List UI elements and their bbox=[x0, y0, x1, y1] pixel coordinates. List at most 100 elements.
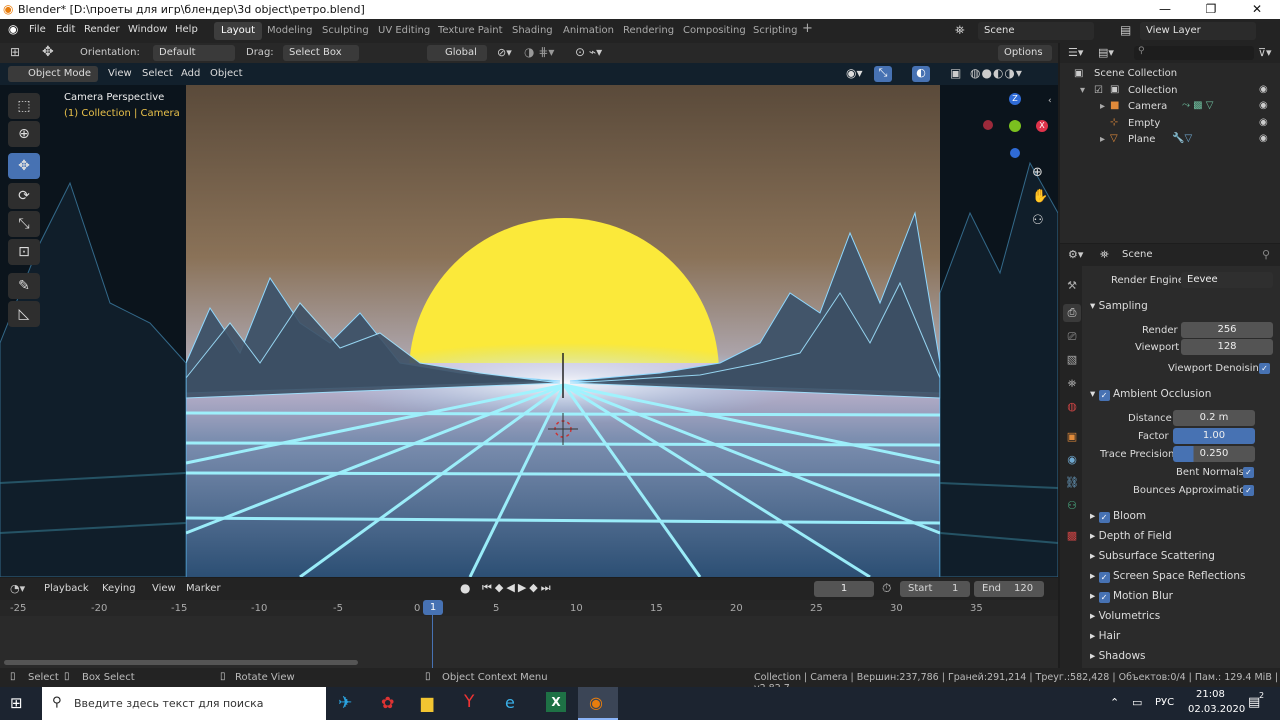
visibility-icon[interactable]: ◉▾ bbox=[846, 66, 863, 80]
blender-taskbar-button[interactable]: ◉ bbox=[578, 687, 618, 720]
world-tab-icon[interactable]: ◍ bbox=[1063, 398, 1081, 416]
tab-scripting[interactable]: Scripting bbox=[746, 22, 804, 40]
tab-modeling[interactable]: Modeling bbox=[260, 22, 320, 40]
filter-icon[interactable]: ⊽▾ bbox=[1258, 46, 1272, 59]
scale-tool-icon[interactable]: ⤡ bbox=[8, 211, 40, 237]
playback-controls-icon[interactable]: ⏮◆◀▶◆⏭ bbox=[482, 581, 554, 595]
proportional-edit-icon[interactable]: ⊙ ⌁▾ bbox=[575, 45, 602, 59]
gizmo-z-icon[interactable]: Z bbox=[1009, 93, 1021, 105]
physics-tab-icon[interactable]: ◉ bbox=[1063, 451, 1081, 469]
render-tab-icon[interactable]: ⎙ bbox=[1063, 304, 1081, 322]
tl-menu-keying[interactable]: Keying bbox=[102, 583, 136, 594]
vp-menu-select[interactable]: Select bbox=[142, 68, 173, 79]
3d-viewport[interactable]: Object Mode View Select Add Object ◉▾ ⤡ … bbox=[0, 63, 1058, 577]
shading-modes-icon[interactable]: ◍●◐◑▾ bbox=[970, 66, 1023, 80]
ao-section[interactable]: ▾ ✓ Ambient Occlusion bbox=[1090, 388, 1211, 401]
viewport-denoising-checkbox[interactable]: ✓ bbox=[1259, 363, 1270, 374]
render-engine-dropdown[interactable]: Eevee bbox=[1181, 272, 1273, 288]
taskbar-search-box[interactable]: ⚲ Введите здесь текст для поиска bbox=[42, 687, 326, 720]
volumetrics-section[interactable]: ▸ Volumetrics bbox=[1090, 610, 1160, 622]
rotate-tool-icon[interactable]: ⟳ bbox=[8, 183, 40, 209]
gizmo-icon[interactable]: ⤡ bbox=[874, 66, 892, 82]
outliner-search-icon[interactable]: ⚲ bbox=[1134, 46, 1254, 60]
sss-section[interactable]: ▸ Subsurface Scattering bbox=[1090, 550, 1215, 562]
xray-icon[interactable]: ▣ bbox=[950, 66, 961, 80]
object-tab-icon[interactable]: ▣ bbox=[1063, 428, 1081, 446]
object-mode-dropdown[interactable]: Object Mode bbox=[8, 66, 98, 82]
display-mode-icon[interactable]: ▤▾ bbox=[1098, 46, 1114, 59]
shadows-section[interactable]: ▸ Shadows bbox=[1090, 650, 1146, 662]
clock-time[interactable]: 21:08 bbox=[1196, 689, 1225, 700]
measure-tool-icon[interactable]: ◺ bbox=[8, 301, 40, 327]
yandex-browser-icon[interactable]: Y bbox=[464, 692, 474, 712]
current-frame-field[interactable]: 1 bbox=[814, 581, 874, 597]
data-tab-icon[interactable]: ⚇ bbox=[1063, 497, 1081, 515]
hair-section[interactable]: ▸ Hair bbox=[1090, 630, 1120, 642]
vp-menu-object[interactable]: Object bbox=[210, 68, 243, 79]
motion-blur-checkbox[interactable]: ✓ bbox=[1098, 592, 1110, 603]
tl-menu-view[interactable]: View bbox=[152, 583, 176, 594]
output-tab-icon[interactable]: ⎚ bbox=[1063, 328, 1081, 346]
overlay-icon[interactable]: ◐ bbox=[912, 66, 930, 82]
options-dropdown[interactable]: Options bbox=[998, 45, 1052, 61]
texture-tab-icon[interactable]: ▩ bbox=[1063, 527, 1081, 545]
cursor-tool-icon[interactable]: ⊕ bbox=[8, 121, 40, 147]
factor-field[interactable]: 1.00 bbox=[1173, 428, 1255, 444]
view-layer-icon[interactable]: ▤ bbox=[1120, 23, 1131, 37]
network-icon[interactable]: ▭ bbox=[1132, 696, 1142, 709]
render-samples-field[interactable]: 256 bbox=[1181, 322, 1273, 338]
tab-layout[interactable]: Layout bbox=[214, 22, 262, 40]
scene-name-field[interactable]: Scene bbox=[978, 22, 1094, 40]
vp-menu-view[interactable]: View bbox=[108, 68, 132, 79]
explorer-app-icon[interactable]: ▆ bbox=[421, 693, 433, 712]
record-icon[interactable]: ● bbox=[460, 581, 470, 595]
select-tool-icon[interactable]: ⬚ bbox=[8, 93, 40, 119]
view-layer-field[interactable]: View Layer bbox=[1140, 22, 1256, 40]
start-frame-field[interactable]: Start 1 bbox=[900, 581, 970, 597]
bent-normals-checkbox[interactable]: ✓ bbox=[1243, 467, 1254, 478]
windows-start-icon[interactable]: ⊞ bbox=[10, 694, 23, 712]
eye-icon[interactable]: ◉ bbox=[1259, 84, 1268, 95]
motion-blur-section[interactable]: ▸ ✓ Motion Blur bbox=[1090, 590, 1173, 603]
editor-type-icon[interactable]: ⊞ bbox=[10, 45, 20, 59]
camera-expand-icon[interactable]: ▸ bbox=[1100, 101, 1105, 112]
bloom-section[interactable]: ▸ ✓ Bloom bbox=[1090, 510, 1146, 523]
menu-file[interactable]: File bbox=[29, 24, 46, 35]
timeline-editor-icon[interactable]: ◔▾ bbox=[10, 582, 25, 595]
gizmo-x-icon[interactable]: X bbox=[1036, 120, 1048, 132]
tab-compositing[interactable]: Compositing bbox=[676, 22, 753, 40]
language-indicator[interactable]: РУС bbox=[1155, 697, 1174, 708]
distance-field[interactable]: 0.2 m bbox=[1173, 410, 1255, 426]
edge-browser-icon[interactable]: e bbox=[505, 693, 515, 712]
end-frame-field[interactable]: End 120 bbox=[974, 581, 1044, 597]
playhead-marker[interactable]: 1 bbox=[423, 600, 443, 615]
bounces-approx-checkbox[interactable]: ✓ bbox=[1243, 485, 1254, 496]
tab-texture-paint[interactable]: Texture Paint bbox=[431, 22, 510, 40]
ssr-checkbox[interactable]: ✓ bbox=[1098, 572, 1110, 583]
close-button[interactable]: ✕ bbox=[1234, 0, 1280, 19]
gizmo-neg-z-icon[interactable] bbox=[1010, 148, 1020, 158]
scene-icon[interactable]: ⛯ bbox=[955, 23, 965, 38]
tl-menu-marker[interactable]: Marker bbox=[186, 583, 221, 594]
eye-icon[interactable]: ◉ bbox=[1259, 100, 1268, 111]
ao-checkbox[interactable]: ✓ bbox=[1098, 390, 1110, 401]
pivot-icon[interactable]: ⊘▾ bbox=[497, 46, 512, 59]
zoom-icon[interactable]: ⊕ bbox=[1032, 165, 1043, 180]
tl-menu-playback[interactable]: Playback bbox=[44, 583, 89, 594]
ssr-section[interactable]: ▸ ✓ Screen Space Reflections bbox=[1090, 570, 1245, 583]
eye-icon[interactable]: ◉ bbox=[1259, 117, 1268, 128]
blender-menu-icon[interactable]: ◉ bbox=[8, 22, 18, 36]
tab-shading[interactable]: Shading bbox=[505, 22, 560, 40]
pin-icon[interactable]: ⚲ bbox=[1262, 248, 1270, 261]
menu-window[interactable]: Window bbox=[128, 24, 167, 35]
maximize-button[interactable]: ❐ bbox=[1188, 0, 1234, 19]
menu-edit[interactable]: Edit bbox=[56, 24, 75, 35]
tab-animation[interactable]: Animation bbox=[556, 22, 621, 40]
transform-tool-icon[interactable]: ⊡ bbox=[8, 239, 40, 265]
orientation-dropdown[interactable]: Default bbox=[153, 45, 235, 61]
tray-chevron-icon[interactable]: ⌃ bbox=[1110, 696, 1119, 709]
camera-view-icon[interactable]: ⚇ bbox=[1032, 213, 1044, 228]
sidebar-toggle-icon[interactable]: ‹ bbox=[1048, 96, 1052, 106]
constraints-tab-icon[interactable]: ⛓ bbox=[1063, 474, 1081, 492]
trace-precision-field[interactable]: 0.250 bbox=[1173, 446, 1255, 462]
